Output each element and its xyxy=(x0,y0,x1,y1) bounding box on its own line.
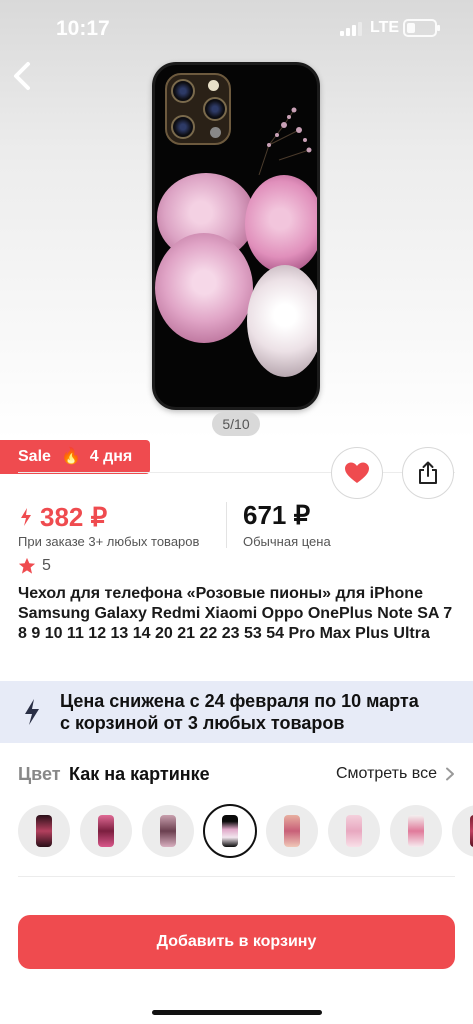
share-icon xyxy=(419,461,437,484)
network-type: LTE xyxy=(370,19,400,36)
color-option[interactable] xyxy=(266,805,318,857)
gallery-counter: 5/10 xyxy=(212,412,260,436)
promo-text: Цена снижена с 24 февраля по 10 марта с … xyxy=(60,690,419,734)
status-time: 10:17 xyxy=(56,17,110,40)
camera-module xyxy=(165,73,231,145)
back-button[interactable] xyxy=(8,58,38,94)
color-option[interactable] xyxy=(390,805,442,857)
sale-days: 4 дня xyxy=(89,448,133,465)
promo-banner: Цена снижена с 24 февраля по 10 марта с … xyxy=(0,681,473,743)
divider xyxy=(18,876,455,877)
star-icon xyxy=(18,557,36,574)
color-value: Как на картинке xyxy=(69,764,210,784)
sale-price-value: 382 ₽ xyxy=(40,501,108,532)
lightning-icon xyxy=(25,699,39,725)
peony-flower xyxy=(155,233,253,343)
normal-price-value: 671 ₽ xyxy=(243,500,311,530)
price-divider xyxy=(226,502,227,548)
color-selector-header: Цвет Как на картинке Смотреть все xyxy=(18,764,455,786)
sale-badge: Sale 🔥 4 дня xyxy=(0,440,150,474)
battery-icon xyxy=(403,19,440,37)
favorite-button[interactable] xyxy=(331,447,383,499)
color-option[interactable] xyxy=(452,805,473,857)
signal-icon xyxy=(340,22,362,36)
status-bar: 10:17 LTE xyxy=(0,0,473,56)
rating-value: 5 xyxy=(42,557,51,574)
promo-line-2: с корзиной от 3 любых товаров xyxy=(60,713,345,733)
divider xyxy=(18,472,455,473)
color-options xyxy=(0,803,473,863)
sale-label: Sale xyxy=(18,448,51,465)
baby-breath-flowers xyxy=(258,107,312,175)
peony-flower xyxy=(247,265,317,377)
sale-price: 382 ₽ xyxy=(18,500,107,534)
see-all-link[interactable]: Смотреть все xyxy=(336,765,455,783)
heart-icon xyxy=(345,462,369,483)
product-title: Чехол для телефона «Розовые пионы» для i… xyxy=(18,585,453,642)
color-option[interactable] xyxy=(328,805,380,857)
chevron-left-icon xyxy=(14,62,30,90)
color-option[interactable] xyxy=(18,805,70,857)
peony-flower xyxy=(245,175,317,273)
share-button[interactable] xyxy=(402,447,454,499)
promo-line-1: Цена снижена с 24 февраля по 10 марта xyxy=(60,691,419,711)
color-label: Цвет xyxy=(18,764,61,784)
color-option[interactable] xyxy=(142,805,194,857)
lightning-icon xyxy=(21,508,31,526)
product-gallery[interactable]: 10:17 LTE 5/10 xyxy=(0,0,473,440)
home-indicator xyxy=(152,1010,322,1015)
rating[interactable]: 5 xyxy=(18,557,51,575)
normal-price-note: Обычная цена xyxy=(243,534,331,549)
color-option-selected[interactable] xyxy=(203,804,257,858)
see-all-label: Смотреть все xyxy=(335,765,437,782)
fire-icon: 🔥 xyxy=(61,448,82,465)
add-to-cart-button[interactable]: Добавить в корзину xyxy=(18,915,455,969)
product-image xyxy=(152,62,320,410)
color-option[interactable] xyxy=(80,805,132,857)
sale-price-note: При заказе 3+ любых товаров xyxy=(18,534,200,549)
chevron-right-icon xyxy=(446,767,454,781)
